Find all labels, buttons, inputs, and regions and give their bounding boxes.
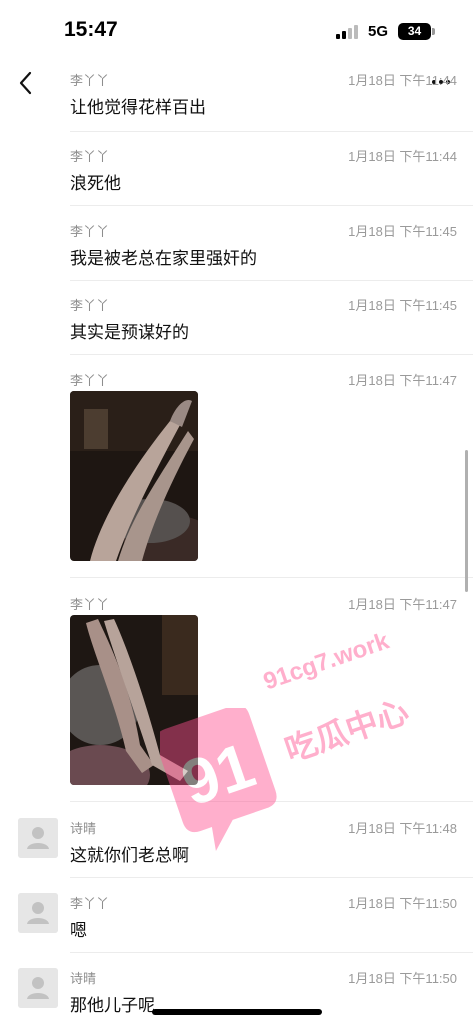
cellular-signal-icon	[336, 25, 358, 39]
battery-level: 34	[407, 24, 422, 38]
message-time: 1月18日 下午11:45	[348, 298, 457, 313]
sender-name: 李丫丫	[70, 224, 110, 239]
message-time: 1月18日 下午11:45	[348, 224, 457, 239]
divider	[70, 877, 473, 878]
message-text: 我是被老总在家里强奸的	[70, 249, 257, 269]
divider	[70, 131, 473, 132]
avatar[interactable]	[18, 968, 58, 1008]
divider	[70, 801, 473, 802]
sender-name: 李丫丫	[70, 896, 110, 911]
sender-name: 李丫丫	[70, 597, 110, 612]
photo-image[interactable]	[70, 391, 198, 561]
sender-name: 诗晴	[70, 971, 97, 986]
sender-name: 李丫丫	[70, 373, 110, 388]
message-item[interactable]: 诗晴 1月18日 下午11:48 这就你们老总啊	[0, 814, 473, 878]
message-time: 1月18日 下午11:50	[348, 971, 457, 986]
message-time: 1月18日 下午11:47	[348, 373, 457, 388]
message-item[interactable]: 李丫丫 1月18日 下午11:44 让他觉得花样百出	[0, 66, 473, 132]
message-item[interactable]: 李丫丫 1月18日 下午11:45 我是被老总在家里强奸的	[0, 217, 473, 281]
divider	[70, 952, 473, 953]
avatar[interactable]	[18, 893, 58, 933]
network-type: 5G	[368, 23, 389, 40]
home-indicator[interactable]	[152, 1009, 322, 1015]
sender-name: 诗晴	[70, 821, 97, 836]
photo-image[interactable]	[70, 615, 198, 785]
message-time: 1月18日 下午11:44	[348, 73, 457, 88]
divider	[70, 205, 473, 206]
message-time: 1月18日 下午11:50	[348, 896, 457, 911]
default-user-icon	[18, 818, 58, 858]
divider	[70, 577, 473, 578]
default-user-icon	[18, 893, 58, 933]
battery-icon: 34	[398, 23, 435, 40]
sender-name: 李丫丫	[70, 149, 110, 164]
status-bar: 15:47 5G 34	[0, 0, 473, 58]
message-text: 这就你们老总啊	[70, 846, 189, 866]
message-item[interactable]: 诗晴 1月18日 下午11:50 那他儿子呢	[0, 964, 473, 1024]
message-text: 其实是预谋好的	[70, 323, 189, 343]
message-item[interactable]: 李丫丫 1月18日 下午11:50 嗯	[0, 889, 473, 953]
message-time: 1月18日 下午11:47	[348, 597, 457, 612]
message-text: 那他儿子呢	[70, 996, 155, 1016]
message-text: 嗯	[70, 921, 87, 941]
divider	[70, 354, 473, 355]
message-item[interactable]: 李丫丫 1月18日 下午11:45 其实是预谋好的	[0, 291, 473, 355]
sender-name: 李丫丫	[70, 73, 110, 88]
sender-name: 李丫丫	[70, 298, 110, 313]
message-item[interactable]: 李丫丫 1月18日 下午11:44 浪死他	[0, 142, 473, 206]
scrollbar[interactable]	[465, 450, 468, 592]
default-user-icon	[18, 968, 58, 1008]
message-item[interactable]: 李丫丫 1月18日 下午11:47	[0, 590, 473, 802]
message-time: 1月18日 下午11:44	[348, 149, 457, 164]
status-time: 15:47	[64, 18, 118, 41]
message-item[interactable]: 李丫丫 1月18日 下午11:47	[0, 366, 473, 578]
message-text: 浪死他	[70, 174, 121, 194]
divider	[70, 280, 473, 281]
message-text: 让他觉得花样百出	[70, 98, 206, 118]
avatar[interactable]	[18, 818, 58, 858]
message-time: 1月18日 下午11:48	[348, 821, 457, 836]
